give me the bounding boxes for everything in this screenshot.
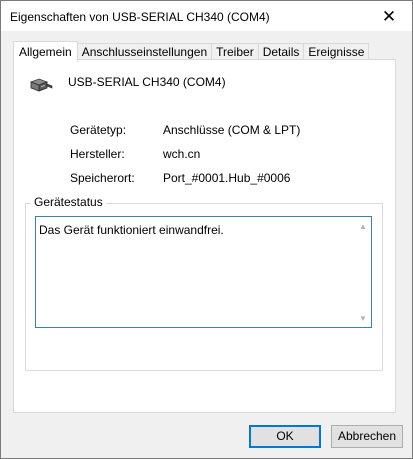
scroll-up-icon[interactable]: ▲ [358, 223, 368, 231]
close-button[interactable]: ✕ [366, 1, 412, 31]
device-type-label: Gerätetyp: [70, 123, 127, 137]
device-type-value: Anschlüsse (COM & LPT) [163, 123, 301, 137]
tab-strip: Allgemein Anschlusseinstellungen Treiber… [13, 41, 370, 62]
properties-dialog: Eigenschaften von USB-SERIAL CH340 (COM4… [0, 0, 413, 459]
device-status-label: Gerätestatus [31, 195, 106, 209]
location-value: Port_#0001.Hub_#0006 [163, 171, 291, 185]
tab-allgemein[interactable]: Allgemein [13, 41, 78, 62]
device-status-text: Das Gerät funktioniert einwandfrei. [39, 223, 224, 237]
window-title: Eigenschaften von USB-SERIAL CH340 (COM4… [10, 10, 270, 24]
title-bar[interactable]: Eigenschaften von USB-SERIAL CH340 (COM4… [1, 1, 412, 31]
close-icon: ✕ [381, 6, 397, 26]
device-name: USB-SERIAL CH340 (COM4) [68, 75, 226, 89]
ok-button[interactable]: OK [249, 425, 321, 448]
scroll-down-icon[interactable]: ▼ [358, 315, 368, 323]
serial-port-icon [29, 78, 53, 92]
device-status-textbox[interactable]: Das Gerät funktioniert einwandfrei. ▲ ▼ [35, 216, 372, 328]
manufacturer-label: Hersteller: [70, 147, 125, 161]
status-scrollbar[interactable]: ▲ ▼ [355, 217, 371, 327]
manufacturer-value: wch.cn [163, 147, 201, 161]
location-label: Speicherort: [70, 171, 135, 185]
cancel-button[interactable]: Abbrechen [331, 425, 403, 448]
